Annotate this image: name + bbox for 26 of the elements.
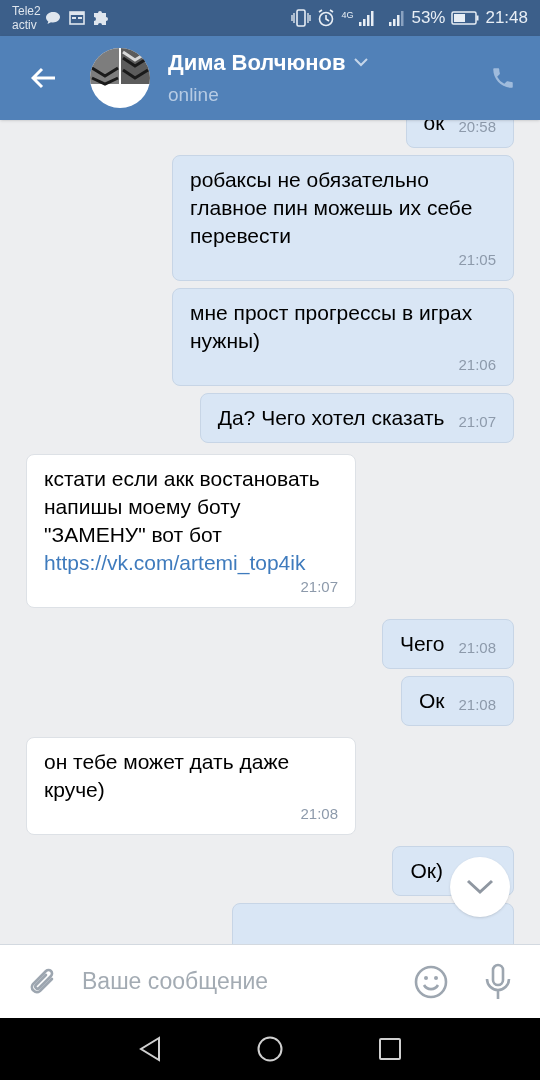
message-text: Чего (399, 632, 445, 655)
message-time: 21:08 (458, 638, 496, 658)
network-type: 4G (341, 11, 354, 21)
carrier-label: activ (12, 18, 38, 32)
message-input[interactable]: Ваше сообщение (82, 964, 414, 999)
composer-bar[interactable]: Ваше сообщение (0, 944, 540, 1018)
message-text: мне прост прогрессы в играх нужны) (190, 301, 473, 352)
message-time: 21:05 (458, 250, 496, 270)
message-time: 21:08 (300, 804, 338, 824)
message-text: Да? Чего хотел сказать (217, 406, 445, 429)
message-text: кстати если акк востановать напишы моему боту "ЗАМЕНУ" вот бот (44, 467, 320, 546)
message-time: 20:58 (458, 120, 496, 137)
message-link[interactable]: https://vk.com/artemi_top4ik (44, 551, 306, 574)
clock-time: 21:48 (485, 7, 528, 30)
message-text: робаксы не обязательно главное пин можешь их себе перевести (190, 168, 473, 247)
message-time: 21:07 (300, 577, 338, 597)
message-time: 21:08 (458, 695, 496, 715)
contact-name[interactable]: Дима Волчюнов (168, 46, 346, 80)
message-time: 21:07 (458, 412, 496, 432)
message-text: Ок) (410, 859, 443, 882)
message-text: он тебе может дать даже круче) (44, 750, 290, 801)
battery-percent: 53% (411, 7, 446, 30)
message-text: Ок (418, 689, 445, 712)
carrier-name: Tele2 (12, 4, 41, 18)
message-time: 21:06 (458, 355, 496, 375)
online-status: online (168, 83, 220, 108)
